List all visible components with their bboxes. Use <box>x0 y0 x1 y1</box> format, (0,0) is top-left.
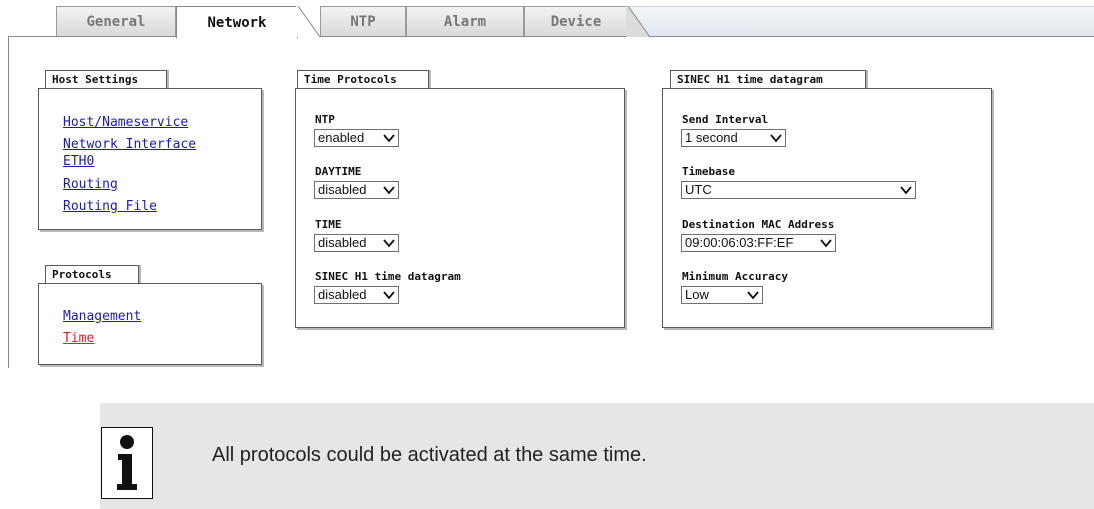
tab-strip-background <box>620 6 1094 38</box>
chevron-down-icon <box>820 239 832 248</box>
time-select-value: disabled <box>318 235 367 250</box>
tab-bar: General Network NTP Alarm Device <box>0 0 1094 38</box>
timebase-select[interactable]: UTC <box>681 181 916 199</box>
dest-mac-value: 09:00:06:03:FF:EF <box>685 235 794 250</box>
min-accuracy-label: Minimum Accuracy <box>682 270 788 283</box>
tab-ntp[interactable]: NTP <box>320 6 406 36</box>
tab-alarm[interactable]: Alarm <box>406 6 524 36</box>
timebase-value: UTC <box>685 182 712 197</box>
chevron-down-icon <box>770 134 782 143</box>
chevron-down-icon <box>383 134 395 143</box>
tab-device-edge <box>626 6 650 37</box>
chevron-down-icon <box>900 186 912 195</box>
protocols-legend: Protocols <box>45 265 139 284</box>
time-select[interactable]: disabled <box>314 234 399 252</box>
min-accuracy-value: Low <box>685 287 709 302</box>
dest-mac-select[interactable]: 09:00:06:03:FF:EF <box>681 234 836 252</box>
link-routing-file[interactable]: Routing File <box>63 199 157 214</box>
send-interval-select[interactable]: 1 second <box>681 129 786 147</box>
sinec-select[interactable]: disabled <box>314 286 399 304</box>
link-time[interactable]: Time <box>63 331 94 346</box>
tab-device[interactable]: Device <box>524 6 628 36</box>
info-icon <box>101 427 153 499</box>
sinec-legend: SINEC H1 time datagram <box>670 70 866 89</box>
daytime-select-value: disabled <box>318 182 367 197</box>
host-settings-legend: Host Settings <box>45 70 167 89</box>
send-interval-value: 1 second <box>685 130 738 145</box>
link-management[interactable]: Management <box>63 309 141 324</box>
link-eth0[interactable]: ETH0 <box>63 154 94 169</box>
time-protocols-legend: Time Protocols <box>297 70 429 89</box>
ntp-select[interactable]: enabled <box>314 129 399 147</box>
tab-general[interactable]: General <box>56 6 176 36</box>
chevron-down-icon <box>747 291 759 300</box>
sinec-label: SINEC H1 time datagram <box>315 270 461 283</box>
daytime-select[interactable]: disabled <box>314 181 399 199</box>
timebase-label: Timebase <box>682 165 735 178</box>
link-network-interface[interactable]: Network Interface <box>63 137 196 152</box>
min-accuracy-select[interactable]: Low <box>681 286 763 304</box>
tab-network-edge <box>296 6 320 37</box>
ntp-label: NTP <box>315 113 335 126</box>
info-text: All protocols could be activated at the … <box>212 444 647 466</box>
sinec-select-value: disabled <box>318 287 367 302</box>
dest-mac-label: Destination MAC Address <box>682 218 835 231</box>
chevron-down-icon <box>383 186 395 195</box>
time-label: TIME <box>315 218 342 231</box>
chevron-down-icon <box>383 291 395 300</box>
ntp-select-value: enabled <box>318 130 365 145</box>
link-host-nameservice[interactable]: Host/Nameservice <box>63 115 188 130</box>
tab-network[interactable]: Network <box>176 6 298 38</box>
link-routing[interactable]: Routing <box>63 177 118 192</box>
daytime-label: DAYTIME <box>315 165 362 178</box>
chevron-down-icon <box>383 239 395 248</box>
send-interval-label: Send Interval <box>682 113 769 126</box>
protocols-group <box>38 283 262 365</box>
